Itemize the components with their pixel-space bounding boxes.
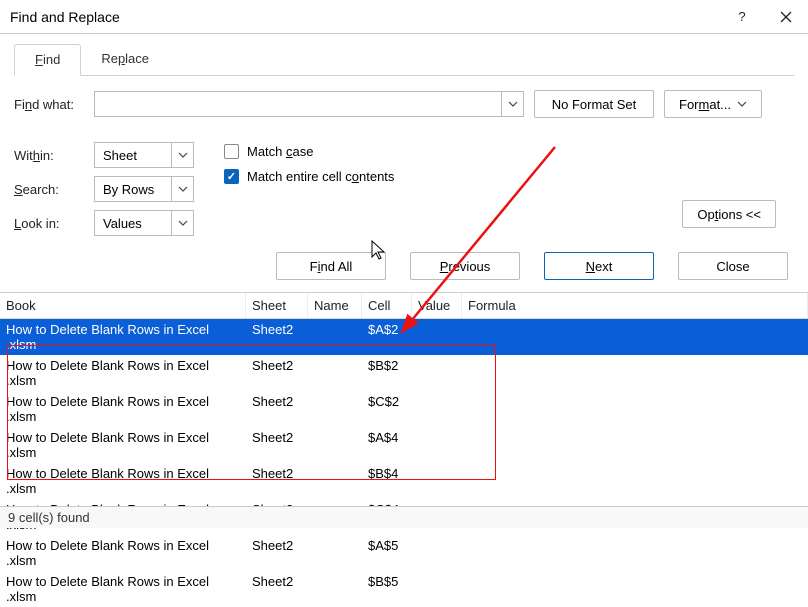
table-row[interactable]: How to Delete Blank Rows in Excel .xlsmS… <box>0 427 808 463</box>
help-button[interactable]: ? <box>720 0 764 34</box>
table-row[interactable]: How to Delete Blank Rows in Excel .xlsmS… <box>0 355 808 391</box>
chevron-down-icon[interactable] <box>171 211 193 235</box>
find-all-button[interactable]: Find All <box>276 252 386 280</box>
chevron-down-icon[interactable] <box>501 92 523 116</box>
next-button[interactable]: Next <box>544 252 654 280</box>
find-what-combo[interactable] <box>94 91 524 117</box>
search-label: Search: <box>14 182 84 197</box>
no-format-button[interactable]: No Format Set <box>534 90 654 118</box>
match-entire-checkbox[interactable]: ✓ Match entire cell contents <box>224 169 394 184</box>
format-button[interactable]: Format... <box>664 90 762 118</box>
checkbox-checked-icon: ✓ <box>224 169 239 184</box>
checkbox-icon <box>224 144 239 159</box>
close-icon[interactable] <box>764 0 808 34</box>
find-what-label: Find what: <box>14 97 84 112</box>
col-sheet[interactable]: Sheet <box>246 293 308 318</box>
table-row[interactable]: How to Delete Blank Rows in Excel .xlsmS… <box>0 571 808 607</box>
within-label: Within: <box>14 148 84 163</box>
results-table: Book Sheet Name Cell Value Formula How t… <box>0 292 808 607</box>
tab-find[interactable]: Find <box>14 44 81 76</box>
find-what-input[interactable] <box>95 92 501 116</box>
match-entire-label: Match entire cell contents <box>247 169 394 184</box>
previous-button[interactable]: Previous <box>410 252 520 280</box>
titlebar: Find and Replace ? <box>0 0 808 34</box>
table-row[interactable]: How to Delete Blank Rows in Excel .xlsmS… <box>0 535 808 571</box>
status-text: 9 cell(s) found <box>8 510 90 525</box>
chevron-down-icon[interactable] <box>171 177 193 201</box>
search-select[interactable]: By Rows <box>94 176 194 202</box>
match-case-checkbox[interactable]: Match case <box>224 144 394 159</box>
col-value[interactable]: Value <box>412 293 462 318</box>
match-case-label: Match case <box>247 144 313 159</box>
lookin-select[interactable]: Values <box>94 210 194 236</box>
close-button[interactable]: Close <box>678 252 788 280</box>
chevron-down-icon[interactable] <box>171 143 193 167</box>
within-select[interactable]: Sheet <box>94 142 194 168</box>
status-bar: 9 cell(s) found <box>0 506 808 528</box>
tab-strip: Find Replace <box>14 44 794 76</box>
col-name[interactable]: Name <box>308 293 362 318</box>
results-header[interactable]: Book Sheet Name Cell Value Formula <box>0 293 808 319</box>
table-row[interactable]: How to Delete Blank Rows in Excel .xlsmS… <box>0 319 808 355</box>
lookin-label: Look in: <box>14 216 84 231</box>
chevron-down-icon <box>737 99 747 109</box>
dialog-title: Find and Replace <box>10 9 720 25</box>
options-button[interactable]: Options << <box>682 200 776 228</box>
table-row[interactable]: How to Delete Blank Rows in Excel .xlsmS… <box>0 391 808 427</box>
col-formula[interactable]: Formula <box>462 293 808 318</box>
col-book[interactable]: Book <box>0 293 246 318</box>
table-row[interactable]: How to Delete Blank Rows in Excel .xlsmS… <box>0 463 808 499</box>
col-cell[interactable]: Cell <box>362 293 412 318</box>
tab-replace[interactable]: Replace <box>81 44 169 75</box>
